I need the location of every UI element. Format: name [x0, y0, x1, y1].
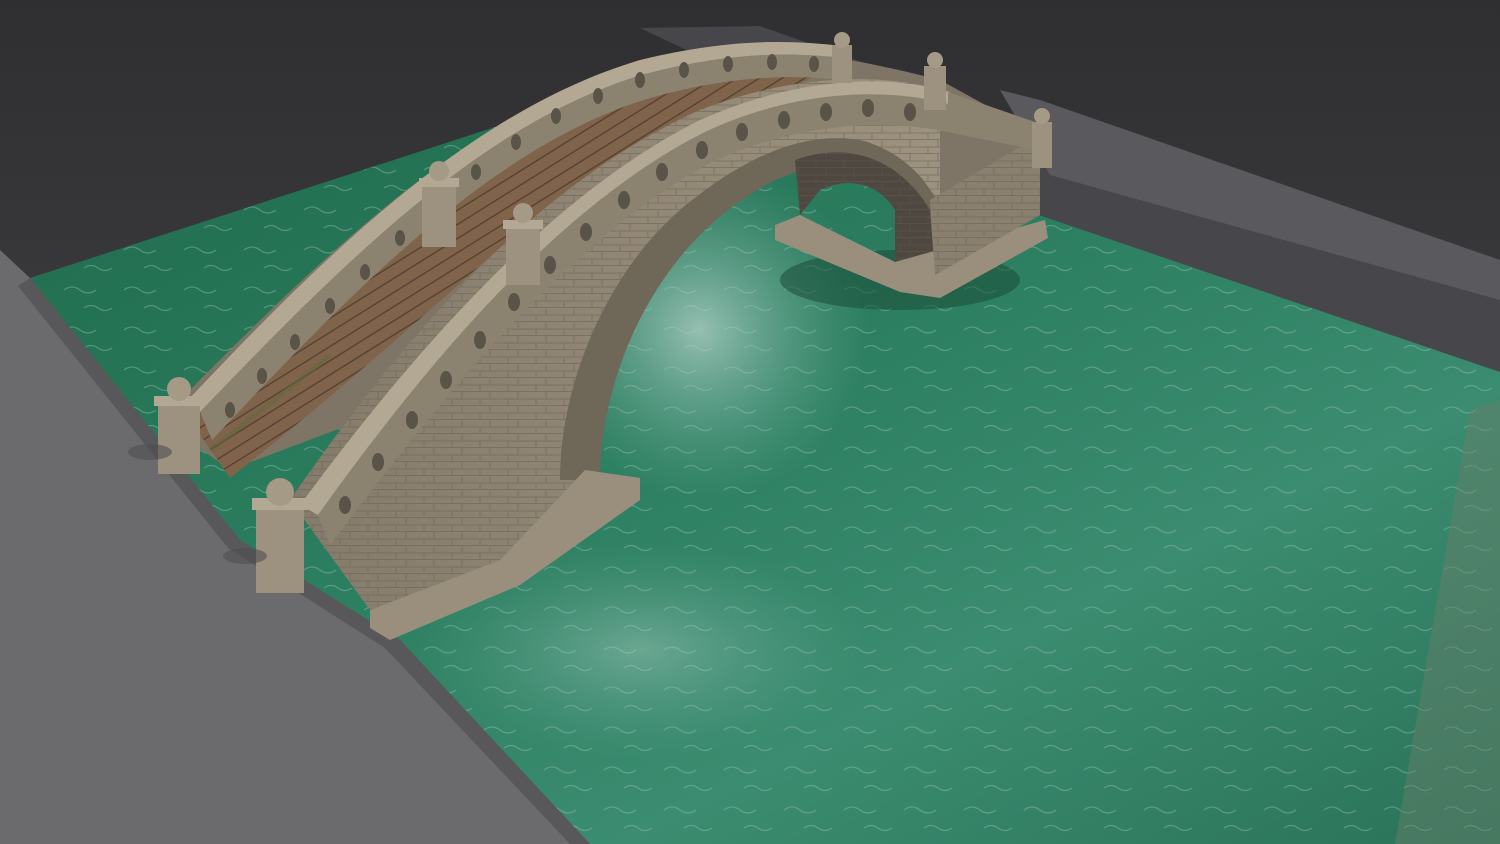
post-far-right-end — [1032, 108, 1052, 168]
post-far-right-top — [832, 32, 852, 83]
bridge-render-scene — [0, 0, 1500, 844]
post-shadow-left — [128, 444, 172, 460]
post-near-right-top — [924, 52, 946, 110]
post-shadow-near — [223, 548, 267, 564]
